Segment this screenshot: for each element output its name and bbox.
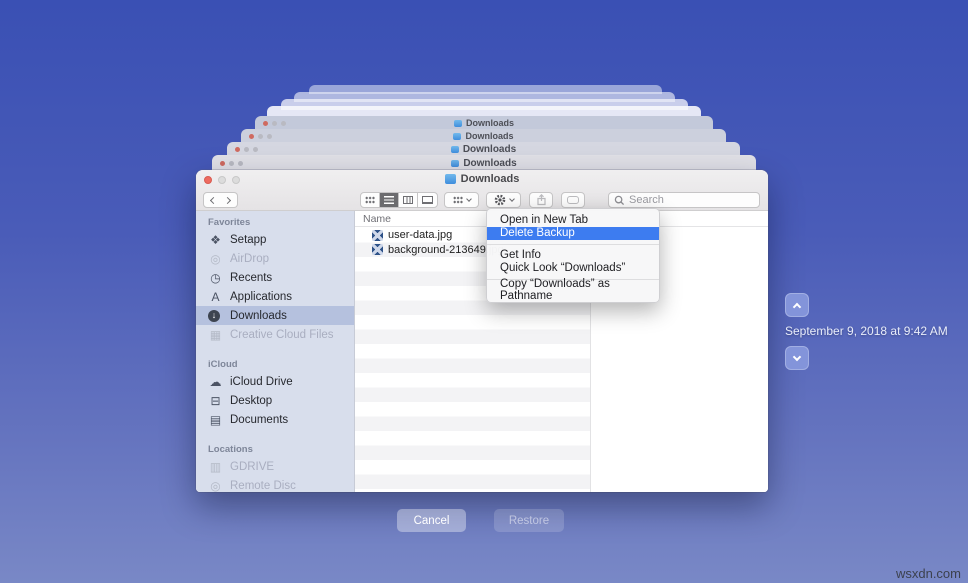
sidebar-item-applications[interactable]: AApplications xyxy=(196,287,354,306)
list-view-icon xyxy=(384,196,394,204)
stacked-window-titlebar[interactable]: Downloads xyxy=(255,116,713,130)
icon-view-button[interactable] xyxy=(361,193,380,207)
downloads-folder-icon xyxy=(451,160,459,167)
group-button[interactable] xyxy=(444,192,479,208)
recents-icon: ◷ xyxy=(208,272,223,284)
search-icon xyxy=(614,195,625,206)
timeline-forward-button[interactable] xyxy=(785,346,809,370)
coverflow-view-button[interactable] xyxy=(418,193,437,207)
toolbar xyxy=(196,189,768,211)
stacked-window-title: Downloads xyxy=(255,118,713,128)
chevron-left-icon xyxy=(209,196,216,203)
downloads-folder-icon xyxy=(454,120,462,127)
back-button[interactable] xyxy=(203,192,221,208)
column-view-icon xyxy=(403,196,413,204)
cloud-icon: ☁ xyxy=(208,376,223,388)
menu-item-open-in-new-tab[interactable]: Open in New Tab xyxy=(487,213,659,227)
search-field[interactable] xyxy=(608,192,760,208)
chevron-right-icon xyxy=(224,196,231,203)
creative-cloud-icon: ▦ xyxy=(208,329,223,341)
chevron-up-icon xyxy=(793,302,801,310)
stacked-window-title: Downloads xyxy=(241,131,726,141)
file-name: user-data.jpg xyxy=(388,229,452,241)
action-gear-button[interactable] xyxy=(486,192,521,208)
share-icon xyxy=(536,194,547,206)
tag-button[interactable] xyxy=(561,192,585,208)
downloads-folder-icon xyxy=(445,174,456,184)
desktop-icon: ⊟ xyxy=(208,395,223,407)
menu-item-get-info[interactable]: Get Info xyxy=(487,248,659,262)
search-input[interactable] xyxy=(629,194,749,206)
forward-button[interactable] xyxy=(220,192,238,208)
titlebar[interactable]: Downloads xyxy=(196,170,768,189)
sidebar-item-icloud-drive[interactable]: ☁iCloud Drive xyxy=(196,372,354,391)
window-title: Downloads xyxy=(196,173,768,185)
image-file-icon xyxy=(372,230,383,241)
stacked-window-titlebar[interactable]: Downloads xyxy=(212,155,756,171)
sidebar-item-creative-cloud-files[interactable]: ▦Creative Cloud Files xyxy=(196,325,354,344)
cancel-button[interactable]: Cancel xyxy=(397,509,466,532)
sidebar-item-remote-disc[interactable]: ◎Remote Disc xyxy=(196,476,354,492)
icon-view-icon xyxy=(365,196,375,204)
coverflow-view-icon xyxy=(422,196,433,204)
sidebar-item-recents[interactable]: ◷Recents xyxy=(196,268,354,287)
sidebar-item-setapp[interactable]: ❖Setapp xyxy=(196,230,354,249)
downloads-folder-icon xyxy=(453,133,461,140)
sidebar-item-downloads[interactable]: ↓Downloads xyxy=(196,306,354,325)
sidebar-section-icloud: iCloud xyxy=(196,353,354,372)
documents-icon: ▤ xyxy=(208,414,223,426)
chevron-down-icon xyxy=(793,352,801,360)
downloads-icon: ↓ xyxy=(208,310,223,322)
disc-icon: ◎ xyxy=(208,480,223,492)
view-mode-segmented-control xyxy=(360,192,438,208)
image-file-icon xyxy=(372,244,383,255)
menu-separator xyxy=(487,244,659,245)
restore-button[interactable]: Restore xyxy=(494,509,564,532)
sidebar: Favorites ❖Setapp ◎AirDrop ◷Recents AApp… xyxy=(196,211,355,492)
sidebar-item-documents[interactable]: ▤Documents xyxy=(196,410,354,429)
airdrop-icon: ◎ xyxy=(208,253,223,265)
applications-icon: A xyxy=(208,291,223,303)
finder-window: Downloads xyxy=(196,170,768,492)
menu-item-delete-backup[interactable]: Delete Backup xyxy=(487,227,659,241)
window-chrome: Downloads xyxy=(196,170,768,211)
menu-item-copy-pathname[interactable]: Copy “Downloads” as Pathname xyxy=(487,283,659,297)
share-button[interactable] xyxy=(529,192,553,208)
stacked-window-title: Downloads xyxy=(212,158,756,169)
chevron-down-icon xyxy=(509,196,515,202)
group-icon xyxy=(453,196,463,204)
timeline-date-label: September 9, 2018 at 9:42 AM xyxy=(785,324,948,338)
action-context-menu: Open in New Tab Delete Backup Get Info Q… xyxy=(486,208,660,303)
tag-icon xyxy=(567,196,579,204)
sidebar-item-airdrop[interactable]: ◎AirDrop xyxy=(196,249,354,268)
list-view-button[interactable] xyxy=(380,193,399,207)
watermark: wsxdn.com xyxy=(896,566,961,581)
downloads-folder-icon xyxy=(451,146,459,153)
sidebar-section-locations: Locations xyxy=(196,438,354,457)
menu-item-quick-look[interactable]: Quick Look “Downloads” xyxy=(487,262,659,276)
sidebar-section-favorites: Favorites xyxy=(196,211,354,230)
stacked-window-title: Downloads xyxy=(227,144,740,155)
gear-icon xyxy=(494,194,506,206)
sidebar-item-desktop[interactable]: ⊟Desktop xyxy=(196,391,354,410)
chevron-down-icon xyxy=(466,196,472,202)
window-body: Favorites ❖Setapp ◎AirDrop ◷Recents AApp… xyxy=(196,211,768,492)
drive-icon: ▥ xyxy=(208,461,223,473)
sidebar-item-gdrive[interactable]: ▥GDRIVE xyxy=(196,457,354,476)
stacked-window-titlebar[interactable]: Downloads xyxy=(241,129,726,143)
column-view-button[interactable] xyxy=(399,193,418,207)
timeline-back-button[interactable] xyxy=(785,293,809,317)
setapp-icon: ❖ xyxy=(208,234,223,246)
